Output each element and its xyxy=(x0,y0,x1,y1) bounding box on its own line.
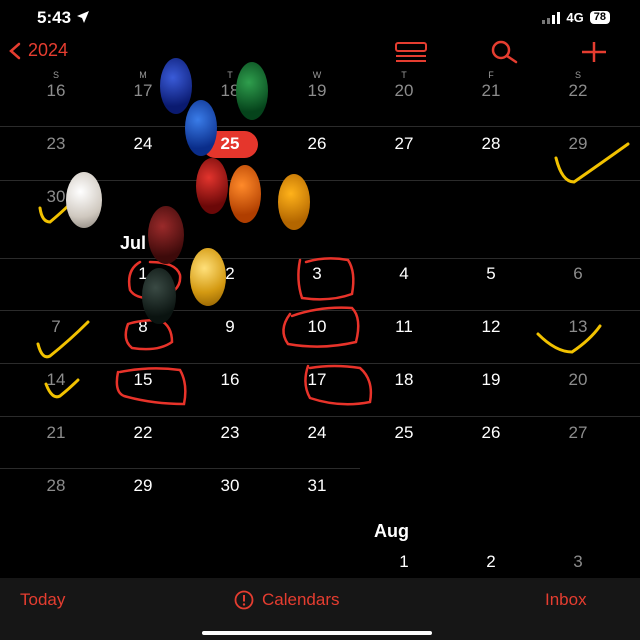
handwritten-annotations xyxy=(36,142,630,406)
calendars-button[interactable]: Calendars xyxy=(234,590,340,610)
billiard-ball xyxy=(160,58,192,114)
calendars-label: Calendars xyxy=(262,590,340,609)
billiard-ball xyxy=(229,165,261,223)
home-indicator[interactable] xyxy=(202,631,432,635)
billiard-ball xyxy=(190,248,226,306)
red-circle-mark xyxy=(124,318,174,351)
red-circle-mark xyxy=(282,306,360,348)
red-circle-mark xyxy=(304,364,373,406)
alert-circle-icon xyxy=(234,590,254,610)
inbox-button[interactable]: Inbox xyxy=(545,590,587,610)
yellow-check-mark xyxy=(536,324,602,354)
billiard-ball xyxy=(236,62,268,120)
yellow-check-mark xyxy=(44,378,80,399)
billiard-ball xyxy=(142,268,176,324)
today-button[interactable]: Today xyxy=(20,590,65,610)
yellow-check-mark xyxy=(36,320,90,359)
red-circle-mark xyxy=(115,367,187,406)
red-circle-mark xyxy=(297,257,355,301)
billiard-ball xyxy=(196,158,228,214)
billiard-ball xyxy=(66,172,102,228)
billiard-ball xyxy=(185,100,217,156)
yellow-check-mark xyxy=(38,202,72,224)
billiard-ball xyxy=(278,174,310,230)
billiard-ball xyxy=(148,206,184,264)
yellow-check-mark xyxy=(554,142,630,184)
